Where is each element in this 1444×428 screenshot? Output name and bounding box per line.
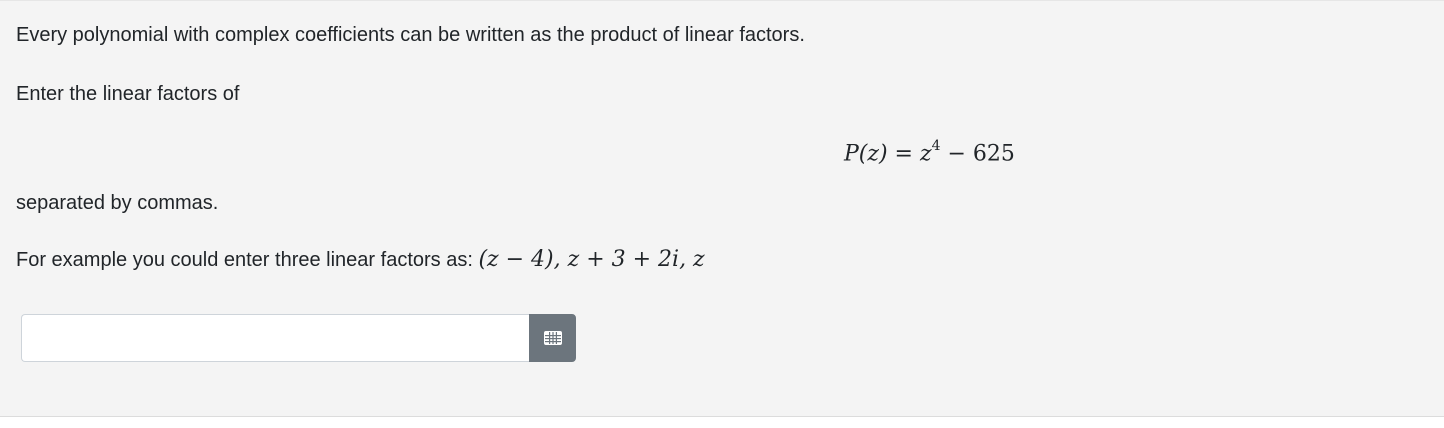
instruction-text: Enter the linear factors of <box>16 83 240 105</box>
example-line: For example you could enter three linear… <box>16 248 705 272</box>
equation-lhs: P(z) = z <box>844 141 932 167</box>
polynomial-equation: P(z) = z4 − 625 <box>844 133 1015 169</box>
question-panel: Every polynomial with complex coefficien… <box>0 0 1444 417</box>
example-intro: For example you could enter three linear… <box>16 249 479 271</box>
equation-exponent: 4 <box>931 138 941 154</box>
matrix-entry-button[interactable] <box>529 314 576 362</box>
separator-instruction: separated by commas. <box>16 192 219 214</box>
intro-text: Every polynomial with complex coefficien… <box>16 24 805 46</box>
grid-icon <box>543 331 562 345</box>
example-math: (z − 4), z + 3 + 2i, z <box>478 247 705 272</box>
answer-input-group <box>21 314 576 362</box>
answer-input[interactable] <box>21 314 530 362</box>
equation-rhs: − 625 <box>940 141 1015 167</box>
